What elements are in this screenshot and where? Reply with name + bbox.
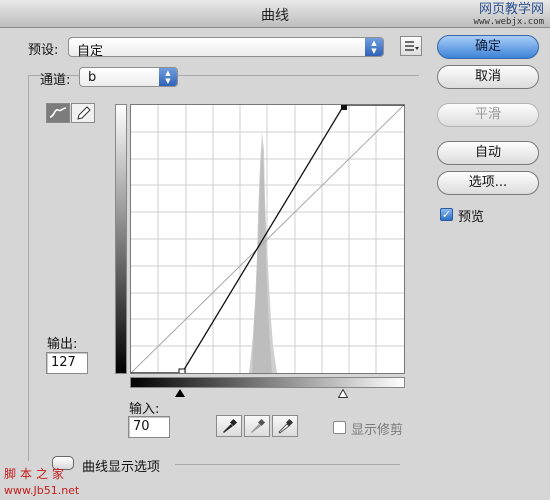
select-arrows-icon: ▲ ▼: [365, 38, 383, 56]
channel-label: 通道:: [40, 73, 71, 88]
ok-button[interactable]: 确定: [437, 35, 539, 59]
preset-value: 自定: [77, 44, 104, 59]
curve-graph[interactable]: [130, 104, 405, 374]
channel-value: b: [88, 70, 97, 85]
input-label: 输入:: [129, 402, 160, 417]
auto-button[interactable]: 自动: [437, 141, 539, 165]
black-point-slider[interactable]: [175, 389, 185, 397]
window-title: 曲线: [261, 8, 289, 24]
separator: [175, 464, 400, 465]
show-clipping-checkbox[interactable]: [333, 421, 346, 434]
pencil-icon: [77, 106, 91, 120]
curve-display-options-label: 曲线显示选项: [82, 460, 161, 475]
eyedropper-white-icon: [278, 418, 294, 434]
output-label: 输出:: [47, 337, 78, 352]
pencil-tool-button[interactable]: [71, 103, 95, 123]
list-menu-icon[interactable]: [400, 36, 422, 56]
show-clipping-label: 显示修剪: [351, 423, 404, 438]
preset-label: 预设:: [28, 43, 59, 58]
smooth-button[interactable]: 平滑: [437, 103, 539, 127]
eyedropper-black-icon: [223, 418, 238, 433]
watermark-bottom-url: www.Jb51.net: [4, 484, 80, 497]
black-eyedropper-button[interactable]: [216, 415, 242, 437]
preset-select[interactable]: 自定 ▲ ▼: [68, 37, 384, 59]
input-gradient-bar: [130, 377, 405, 388]
gray-eyedropper-button[interactable]: [244, 415, 270, 437]
white-point-slider[interactable]: [338, 389, 348, 398]
title-bar: 曲线 网页教学网 www.webjx.com: [0, 0, 550, 28]
curve-tool-button[interactable]: [46, 103, 70, 123]
preview-checkbox[interactable]: ✓: [440, 208, 453, 221]
preview-label: 预览: [458, 210, 485, 225]
cancel-button[interactable]: 取消: [437, 65, 539, 89]
white-eyedropper-button[interactable]: [272, 415, 298, 437]
curve-point-selected[interactable]: [178, 368, 186, 373]
eyedropper-gray-icon: [251, 418, 266, 433]
input-field[interactable]: 70: [128, 416, 170, 438]
channel-select[interactable]: b ▲ ▼: [79, 67, 178, 87]
options-button[interactable]: 选项...: [437, 171, 539, 195]
watermark-top-url: www.webjx.com: [473, 17, 544, 27]
select-arrows-icon: ▲ ▼: [159, 68, 177, 86]
watermark-top: 网页教学网 www.webjx.com: [474, 3, 544, 29]
curve-point[interactable]: [341, 105, 347, 110]
watermark-top-text: 网页教学网: [478, 2, 544, 17]
curve-icon: [49, 107, 67, 118]
output-field[interactable]: 127: [46, 352, 88, 374]
output-gradient-bar: [115, 104, 127, 374]
watermark-bottom: 脚本之家: [4, 467, 69, 481]
